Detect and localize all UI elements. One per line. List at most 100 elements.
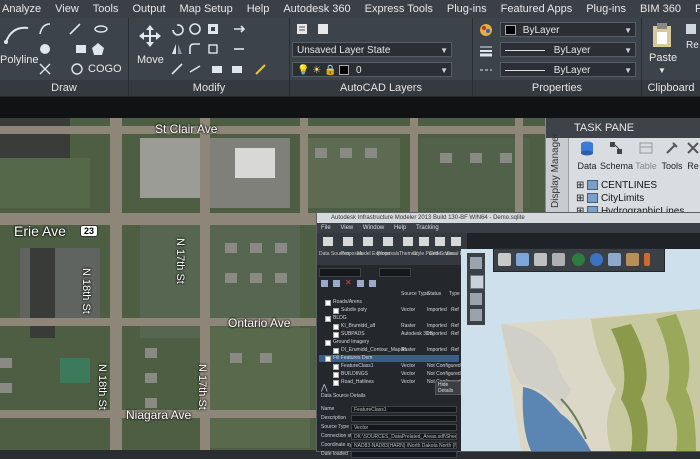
menu-help[interactable]: Help [240,3,277,15]
paste-button[interactable]: Paste ▼ [646,22,678,75]
circle-icon[interactable] [38,42,52,56]
water-icon[interactable] [590,253,603,266]
layers-icon[interactable] [608,253,621,266]
erase-icon[interactable] [206,22,220,36]
refresh-icon[interactable] [333,280,340,287]
globe-icon[interactable] [572,253,585,266]
edit-pencil-icon[interactable] [254,62,268,76]
tab-re[interactable]: Re [685,140,700,176]
row-checkbox[interactable] [333,332,339,338]
table-row[interactable]: BLDG [319,315,459,322]
stretch-icon[interactable] [232,42,246,56]
menu-plug-ins-2[interactable]: Plug-ins [579,3,633,15]
detail-value[interactable] [351,415,457,422]
linetype-dropdown[interactable]: ByLayer ▼ [500,62,636,77]
line-icon[interactable] [68,22,82,36]
color-dropdown[interactable]: ByLayer ▼ [500,22,636,37]
grid-scales-icon[interactable] [435,237,445,246]
draw-panel-title[interactable]: Draw [0,80,128,96]
table-row[interactable]: Subdiv poly Vector Imported Ref [319,307,459,314]
add-source-icon[interactable] [321,280,328,287]
table-row[interactable]: Roads/Arens [319,299,459,306]
offset-icon[interactable] [210,62,224,76]
row-checkbox[interactable] [333,308,339,314]
layer-properties-icon[interactable] [295,22,309,36]
menu-tools[interactable]: Tools [86,3,126,15]
proposals-icon[interactable] [343,237,353,246]
table-row[interactable]: SUBPADS Autodesk 3DS Imported Ref [319,331,459,338]
menu-view[interactable]: View [48,3,86,15]
layer-state-dropdown[interactable]: Unsaved Layer State ▼ [292,42,452,57]
menu-window[interactable]: Window [359,225,388,231]
properties-panel-title[interactable]: Properties [473,80,641,96]
row-checkbox[interactable] [333,380,339,386]
tree-item-centlines[interactable]: ⊞ CENTLINES [576,180,657,191]
cut-label-partial[interactable]: Re [686,40,699,51]
polygon-icon[interactable] [91,42,105,56]
lineweight-dropdown[interactable]: ByLayer ▼ [500,42,636,57]
filter-dropdown[interactable] [319,268,361,277]
row-checkbox[interactable] [333,372,339,378]
menu-output[interactable]: Output [125,3,172,15]
polyline-button[interactable]: Polyline [0,22,39,70]
copy-icon[interactable] [232,22,246,36]
table-row[interactable]: DI_Erumidd_Contour_Map.tif Raster Imported… [319,347,459,354]
scale-icon[interactable] [170,62,184,76]
row-checkbox[interactable] [333,364,339,370]
view-dropdown[interactable] [379,268,411,277]
chart-icon[interactable] [552,253,565,266]
arc-icon[interactable] [38,22,52,36]
table-row[interactable]: Fill Features Dem [319,355,459,362]
expand-icon[interactable]: ⊞ [576,180,584,191]
style-palette-icon[interactable] [419,237,429,246]
layer-states-icon[interactable] [316,22,330,36]
detail-value[interactable]: NAD83-NAD83(HARN) /North Dakota North (f… [351,442,457,449]
detail-value[interactable]: DK:\SOURCES_DataPrelated_Areas.sdf\Sheet… [351,433,457,440]
hide-details-button[interactable]: Hide Details [435,381,461,395]
menu-autodesk-360[interactable]: Autodesk 360 [276,3,357,15]
fillet-icon[interactable] [188,42,202,56]
match-properties-icon[interactable] [478,22,494,38]
detail-value[interactable] [351,451,457,458]
cogo-icon[interactable] [70,62,84,76]
modify-panel-title[interactable]: Modify [129,80,289,96]
cogo-label[interactable]: COGO [88,63,122,75]
layers-panel-title[interactable]: AutoCAD Layers [290,80,472,96]
expand-icon[interactable]: ⊞ [576,193,584,204]
tab-tools[interactable]: Tools [660,140,684,176]
detail-value[interactable]: FeatureClass1 [351,406,457,413]
configure-icon[interactable] [357,280,364,287]
select-icon[interactable] [516,253,529,266]
join-icon[interactable] [230,62,244,76]
document-icon[interactable] [534,253,547,266]
xline-icon[interactable] [38,62,52,76]
cut-icon[interactable] [684,22,698,36]
row-checkbox[interactable] [325,356,331,362]
table-row[interactable]: Ground Imagery [319,339,459,346]
row-checkbox[interactable] [333,324,339,330]
menu-tracking[interactable]: Tracking [412,225,443,231]
display-manager-tab[interactable]: Display Manager [546,133,569,214]
menu-file[interactable]: File [317,225,335,231]
tab-schema[interactable]: Schema [600,140,633,176]
menu-analyze[interactable]: Analyze [0,3,48,15]
menu-help[interactable]: Help [390,225,410,231]
menu-plug-ins[interactable]: Plug-ins [440,3,494,15]
menu-map-setup[interactable]: Map Setup [173,3,240,15]
table-row[interactable]: BUILDINGS Vector Not Configured [319,371,461,378]
detail-value[interactable]: Vector [351,424,457,431]
rotate-icon[interactable] [170,22,184,36]
trim-icon[interactable] [188,22,202,36]
delete-icon[interactable]: ✕ [345,279,352,287]
orbit-icon[interactable] [470,257,482,269]
linetype-icon[interactable] [478,62,494,78]
tab-table[interactable]: Table [634,140,658,176]
infrastructure-modeler-window[interactable]: Autodesk Infrastructure Modeler 2013 Bui… [316,212,700,458]
row-checkbox[interactable] [325,300,331,306]
menu-express-tools[interactable]: Express Tools [358,3,440,15]
lineweight-icon[interactable] [478,42,494,58]
row-checkbox[interactable] [325,340,331,346]
layer-dropdown[interactable]: 💡 ☀ 🔒 0 ▼ [292,62,452,77]
table-row[interactable]: KI_Brumidd_alf Raster Imported Ref [319,323,459,330]
menu-bim-360[interactable]: BIM 360 [633,3,688,15]
